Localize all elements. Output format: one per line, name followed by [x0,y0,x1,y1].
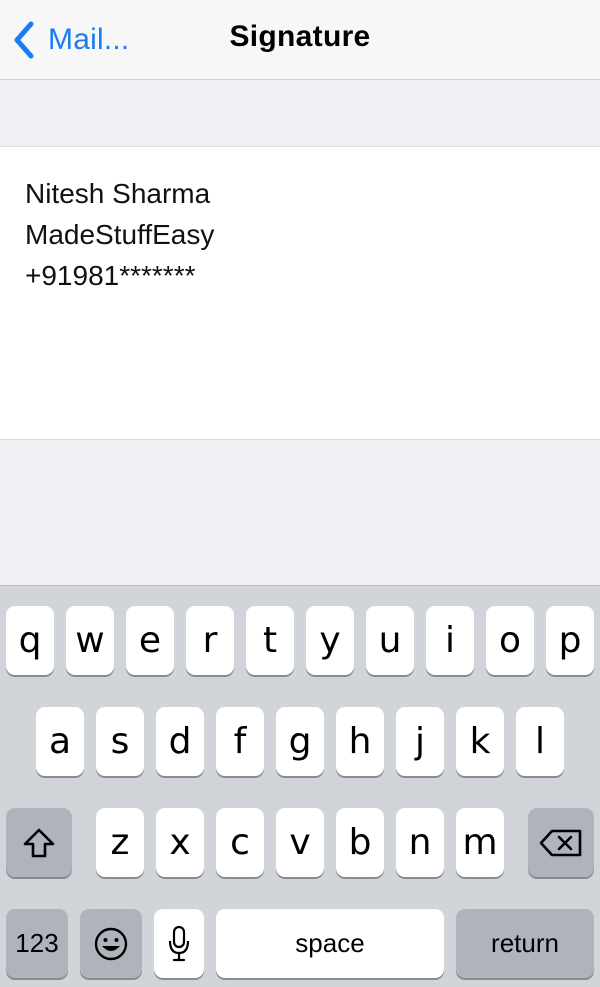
key-z[interactable]: z [96,808,144,877]
key-v[interactable]: v [276,808,324,877]
key-w[interactable]: w [66,606,114,675]
shift-key[interactable] [6,808,72,877]
key-g[interactable]: g [276,707,324,776]
emoji-key[interactable] [80,909,142,978]
key-k[interactable]: k [456,707,504,776]
delete-key[interactable] [528,808,594,877]
on-screen-keyboard: q w e r t y u i o p a s d f g h j k l z … [0,585,600,987]
navigation-bar: Mail... Signature [0,0,600,80]
numbers-key[interactable]: 123 [6,909,68,978]
key-i[interactable]: i [426,606,474,675]
dictation-key[interactable] [154,909,204,978]
signature-line-company: MadeStuffEasy [25,219,215,250]
space-key[interactable]: space [216,909,444,978]
key-x[interactable]: x [156,808,204,877]
key-o[interactable]: o [486,606,534,675]
key-r[interactable]: r [186,606,234,675]
delete-icon [539,829,582,856]
key-h[interactable]: h [336,707,384,776]
key-b[interactable]: b [336,808,384,877]
key-f[interactable]: f [216,707,264,776]
shift-icon [23,828,55,857]
microphone-icon [168,925,190,961]
key-c[interactable]: c [216,808,264,877]
signature-line-phone: +91981******* [25,260,196,291]
key-m[interactable]: m [456,808,504,877]
key-a[interactable]: a [36,707,84,776]
key-y[interactable]: y [306,606,354,675]
signature-text-area[interactable]: Nitesh Sharma MadeStuffEasy +91981******… [0,146,600,440]
key-n[interactable]: n [396,808,444,877]
page-title: Signature [229,20,371,53]
emoji-icon [94,927,128,960]
key-e[interactable]: e [126,606,174,675]
key-q[interactable]: q [6,606,54,675]
key-s[interactable]: s [96,707,144,776]
key-l[interactable]: l [516,707,564,776]
key-p[interactable]: p [546,606,594,675]
key-d[interactable]: d [156,707,204,776]
key-t[interactable]: t [246,606,294,675]
key-j[interactable]: j [396,707,444,776]
signature-line-name: Nitesh Sharma [25,178,211,209]
return-key[interactable]: return [456,909,594,978]
key-u[interactable]: u [366,606,414,675]
